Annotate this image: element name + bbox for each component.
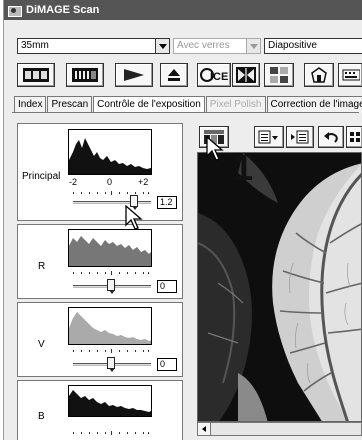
menu-dropdown-icon bbox=[258, 130, 278, 144]
mount-option-select: Avec verres bbox=[173, 38, 261, 54]
leaf-photo-image bbox=[198, 153, 361, 421]
film-type-select[interactable]: Diapositive bbox=[264, 38, 362, 54]
mount-option-value: Avec verres bbox=[177, 40, 230, 51]
axis-mid-label: 0 bbox=[107, 177, 113, 187]
principal-label: Principal bbox=[22, 171, 61, 182]
tab-prescan[interactable]: Prescan bbox=[47, 96, 93, 113]
principal-exposure-panel: Principal -2 0 +2 1.2 bbox=[17, 123, 183, 221]
tab-bar: Index Prescan Contrôle de l'exposition P… bbox=[14, 96, 362, 113]
prescan-button[interactable] bbox=[66, 63, 104, 87]
blue-slider-ticks bbox=[73, 431, 149, 435]
mouse-pointer-icon bbox=[125, 205, 143, 230]
tab-pixel-polish: Pixel Polish bbox=[205, 96, 266, 113]
film-format-value: 35mm bbox=[21, 40, 49, 51]
keyboard-icon bbox=[342, 69, 360, 81]
job-button[interactable] bbox=[338, 63, 362, 87]
film-type-value: Diapositive bbox=[268, 40, 317, 51]
chevron-down-icon[interactable] bbox=[155, 39, 169, 53]
red-label: R bbox=[38, 261, 46, 272]
callout-number: 1 bbox=[233, 147, 254, 188]
forward-button[interactable] bbox=[286, 126, 314, 148]
pattern-icon bbox=[236, 67, 256, 83]
blue-channel-panel: B bbox=[17, 380, 183, 440]
undo-icon bbox=[324, 132, 338, 143]
ice-icon: ICE bbox=[200, 68, 228, 83]
undo-button[interactable] bbox=[318, 126, 344, 148]
chevron-down-icon bbox=[246, 39, 260, 53]
green-value-field[interactable]: 0 bbox=[157, 358, 177, 371]
film-strip-icon bbox=[23, 68, 49, 82]
mouse-pointer-icon bbox=[206, 136, 224, 161]
preferences-button[interactable] bbox=[304, 63, 334, 87]
ice-button[interactable]: ICE bbox=[197, 63, 231, 87]
grid-button[interactable] bbox=[346, 126, 362, 148]
axis-min-label: -2 bbox=[69, 177, 78, 187]
horizontal-scrollbar[interactable] bbox=[197, 422, 362, 436]
color-button[interactable] bbox=[232, 63, 260, 87]
red-slider-ticks bbox=[73, 271, 149, 275]
blue-label: B bbox=[38, 411, 45, 422]
app-title: DiMAGE Scan bbox=[26, 4, 100, 16]
title-bar: DiMAGE Scan bbox=[4, 0, 362, 20]
principal-value-field[interactable]: 1.2 bbox=[157, 196, 177, 209]
scroll-left-arrow-icon[interactable] bbox=[198, 423, 211, 435]
principal-histogram bbox=[68, 129, 152, 175]
tab-divider bbox=[12, 112, 359, 113]
red-slider-thumb[interactable] bbox=[107, 279, 115, 294]
scanner-app-icon bbox=[8, 4, 22, 17]
green-label: V bbox=[38, 339, 45, 350]
green-slider-thumb[interactable] bbox=[107, 357, 115, 372]
prescan-icon bbox=[72, 68, 98, 82]
grain-button[interactable] bbox=[264, 63, 294, 87]
red-histogram bbox=[68, 229, 152, 267]
preferences-icon bbox=[311, 67, 327, 83]
tab-exposure-control[interactable]: Contrôle de l'exposition bbox=[93, 96, 205, 113]
red-channel-panel: R 0 bbox=[17, 224, 183, 299]
scan-button[interactable] bbox=[115, 63, 153, 87]
principal-slider-track[interactable] bbox=[73, 201, 151, 204]
play-icon bbox=[124, 69, 144, 81]
tab-index[interactable]: Index bbox=[14, 96, 47, 113]
preview-image[interactable] bbox=[197, 152, 362, 422]
forward-icon bbox=[291, 130, 309, 144]
green-channel-panel: V 0 bbox=[17, 302, 183, 377]
film-format-select[interactable]: 35mm bbox=[17, 38, 170, 54]
tab-image-correction[interactable]: Correction de l'image bbox=[266, 96, 362, 113]
blue-histogram bbox=[68, 385, 152, 417]
red-value-field[interactable]: 0 bbox=[157, 280, 177, 293]
grain-icon bbox=[270, 67, 288, 83]
index-scan-button[interactable] bbox=[17, 63, 55, 87]
green-slider-ticks bbox=[73, 349, 149, 353]
eject-icon bbox=[168, 69, 180, 81]
menu-button[interactable] bbox=[254, 126, 284, 148]
svg-text:ICE: ICE bbox=[210, 71, 228, 83]
eject-button[interactable] bbox=[160, 63, 188, 87]
axis-max-label: +2 bbox=[138, 177, 149, 187]
green-histogram bbox=[68, 307, 152, 345]
grid-icon bbox=[349, 132, 360, 142]
